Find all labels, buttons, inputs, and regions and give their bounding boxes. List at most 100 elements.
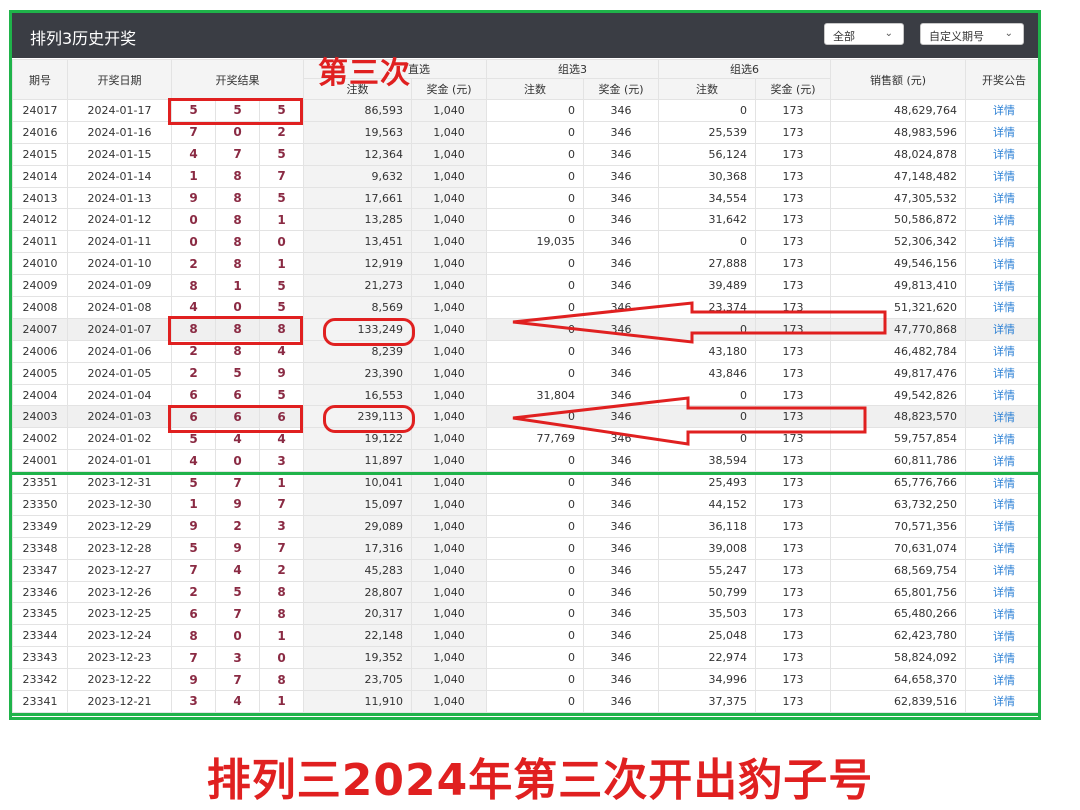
cell-digit-1: 5	[171, 536, 216, 560]
cell-detail-link[interactable]: 详情	[965, 449, 1038, 473]
col-group3-count: 注数	[486, 78, 584, 100]
cell-zhixuan-prize: 1,040	[411, 252, 487, 276]
cell-detail-link[interactable]: 详情	[965, 186, 1038, 210]
cell-digit-3: 5	[259, 383, 304, 407]
table-row: 24017 2024-01-17 5 5 5 86,593 1,040 0 346 0 173 48,…	[12, 99, 1038, 122]
cell-sales: 50,586,872	[830, 208, 966, 232]
cell-group6-count: 22,974	[658, 646, 756, 670]
cell-sales: 49,542,826	[830, 383, 966, 407]
cell-group6-count: 0	[658, 99, 756, 122]
cell-detail-link[interactable]: 详情	[965, 558, 1038, 582]
cell-detail-link[interactable]: 详情	[965, 120, 1038, 144]
cell-group6-count: 39,008	[658, 536, 756, 560]
cell-digit-1: 9	[171, 186, 216, 210]
cell-digit-2: 7	[215, 471, 260, 495]
cell-sales: 51,321,620	[830, 296, 966, 319]
cell-detail-link[interactable]: 详情	[965, 536, 1038, 560]
cell-detail-link[interactable]: 详情	[965, 646, 1038, 670]
cell-detail-link[interactable]: 详情	[965, 230, 1038, 254]
cell-detail-link[interactable]: 详情	[965, 690, 1038, 713]
cell-detail-link[interactable]: 详情	[965, 208, 1038, 232]
cell-zhixuan-prize: 1,040	[411, 164, 487, 188]
cell-digit-1: 7	[171, 646, 216, 670]
cell-date: 2024-01-11	[67, 230, 172, 254]
cell-detail-link[interactable]: 详情	[965, 317, 1038, 341]
cell-detail-link[interactable]: 详情	[965, 471, 1038, 495]
cell-group6-count: 31,642	[658, 208, 756, 232]
cell-zhixuan-prize: 1,040	[411, 142, 487, 166]
cell-group3-prize: 346	[583, 580, 659, 604]
cell-group3-count: 0	[486, 493, 584, 516]
cell-detail-link[interactable]: 详情	[965, 405, 1038, 429]
cell-digit-3: 2	[259, 558, 304, 582]
cell-period: 23343	[12, 646, 68, 670]
cell-group3-count: 0	[486, 142, 584, 166]
highlight-box-24007	[168, 316, 303, 345]
cell-digit-2: 3	[215, 646, 260, 670]
cell-group6-count: 39,489	[658, 274, 756, 298]
cell-group3-prize: 346	[583, 690, 659, 713]
cell-digit-1: 4	[171, 142, 216, 166]
cell-detail-link[interactable]: 详情	[965, 493, 1038, 516]
cell-digit-3: 7	[259, 493, 304, 516]
cell-group3-count: 19,035	[486, 230, 584, 254]
cell-digit-1: 1	[171, 164, 216, 188]
cell-group6-prize: 173	[755, 405, 831, 429]
cell-group3-count: 0	[486, 514, 584, 538]
filter-select[interactable]: 全部 ⌄	[824, 23, 904, 45]
cell-group6-prize: 173	[755, 317, 831, 341]
cell-detail-link[interactable]: 详情	[965, 427, 1038, 451]
cell-sales: 47,770,868	[830, 317, 966, 341]
cell-digit-3: 7	[259, 164, 304, 188]
table-row: 23348 2023-12-28 5 9 7 17,316 1,040 0 346 39,008 1…	[12, 536, 1038, 560]
cell-digit-1: 2	[171, 580, 216, 604]
cell-detail-link[interactable]: 详情	[965, 624, 1038, 648]
cell-date: 2023-12-21	[67, 690, 172, 713]
cell-group6-prize: 173	[755, 99, 831, 122]
cell-detail-link[interactable]: 详情	[965, 274, 1038, 298]
cell-detail-link[interactable]: 详情	[965, 99, 1038, 122]
cell-group6-prize: 173	[755, 274, 831, 298]
cell-digit-2: 5	[215, 580, 260, 604]
table-row: 24014 2024-01-14 1 8 7 9,632 1,040 0 346 30,368 17…	[12, 164, 1038, 188]
cell-date: 2024-01-03	[67, 405, 172, 429]
cell-group6-count: 27,888	[658, 252, 756, 276]
cell-detail-link[interactable]: 详情	[965, 296, 1038, 319]
cell-digit-2: 2	[215, 514, 260, 538]
cell-detail-link[interactable]: 详情	[965, 142, 1038, 166]
cell-detail-link[interactable]: 详情	[965, 668, 1038, 692]
cell-zhixuan-count: 19,563	[303, 120, 412, 144]
cell-zhixuan-count: 13,451	[303, 230, 412, 254]
chevron-down-icon: ⌄	[1004, 28, 1013, 39]
cell-group3-prize: 346	[583, 427, 659, 451]
cell-sales: 48,983,596	[830, 120, 966, 144]
cell-group6-count: 0	[658, 405, 756, 429]
cell-group3-count: 0	[486, 186, 584, 210]
cell-group6-prize: 173	[755, 624, 831, 648]
cell-period: 24006	[12, 339, 68, 363]
cell-digit-2: 5	[215, 361, 260, 385]
panel-title: 排列3历史开奖	[30, 29, 137, 48]
cell-date: 2023-12-29	[67, 514, 172, 538]
cell-group3-count: 0	[486, 449, 584, 473]
cell-detail-link[interactable]: 详情	[965, 514, 1038, 538]
cell-detail-link[interactable]: 详情	[965, 602, 1038, 626]
cell-detail-link[interactable]: 详情	[965, 580, 1038, 604]
cell-group3-count: 0	[486, 361, 584, 385]
cell-detail-link[interactable]: 详情	[965, 361, 1038, 385]
cell-detail-link[interactable]: 详情	[965, 252, 1038, 276]
cell-digit-1: 9	[171, 514, 216, 538]
cell-period: 23348	[12, 536, 68, 560]
cell-group3-prize: 346	[583, 405, 659, 429]
cell-detail-link[interactable]: 详情	[965, 164, 1038, 188]
cell-group3-count: 77,769	[486, 427, 584, 451]
cell-detail-link[interactable]: 详情	[965, 339, 1038, 363]
cell-group6-count: 0	[658, 383, 756, 407]
cell-digit-3: 1	[259, 208, 304, 232]
cell-date: 2024-01-08	[67, 296, 172, 319]
cell-group3-count: 0	[486, 471, 584, 495]
cell-group6-count: 25,048	[658, 624, 756, 648]
period-select[interactable]: 自定义期号 ⌄	[920, 23, 1024, 45]
cell-detail-link[interactable]: 详情	[965, 383, 1038, 407]
cell-group3-prize: 346	[583, 274, 659, 298]
